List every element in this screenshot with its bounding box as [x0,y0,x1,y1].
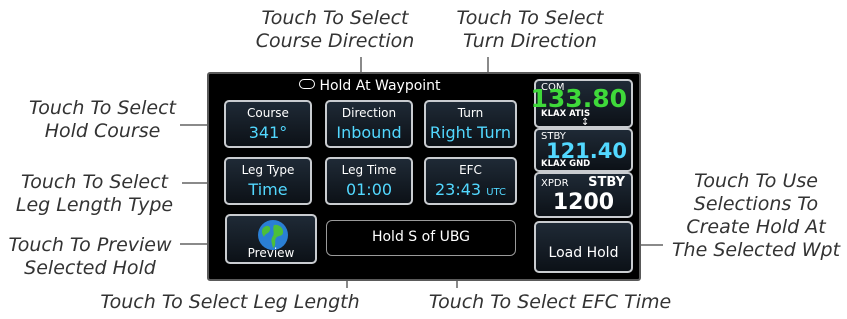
turn-button[interactable]: Turn Right Turn [424,100,517,148]
callout-preview: Touch To Preview Selected Hold [8,234,172,279]
leg-time-label: Leg Time [341,163,397,177]
leg-time-button[interactable]: Leg Time 01:00 [325,157,413,205]
xpdr-mode: STBY [588,175,625,190]
preview-label: Preview [247,246,295,260]
callout-turn-direction: Touch To Select Turn Direction [456,7,604,52]
efc-label: EFC [459,163,482,177]
xpdr-tag: XPDR [541,178,569,189]
load-hold-label: Load Hold [548,245,619,261]
load-hold-button[interactable]: Load Hold [534,221,633,273]
callout-leg-length-type: Touch To Select Leg Length Type [15,171,174,216]
turn-value: Right Turn [429,123,512,142]
callout-course-direction: Touch To Select Course Direction [255,7,415,52]
course-value: 341° [248,123,288,142]
leg-type-button[interactable]: Leg Type Time [224,157,312,205]
direction-button[interactable]: Direction Inbound [325,100,413,148]
callout-use-selections: Touch To Use Selections To Create Hold At… [671,170,841,261]
xpdr-box[interactable]: XPDR STBY 1200 [534,172,633,218]
callout-efc-time: Touch To Select EFC Time [428,291,672,313]
waypoint-display: Hold S of UBG [326,220,516,256]
com-frequency-box[interactable]: COM 133.80 KLAX ATIS ↕ [531,79,633,128]
callout-leg-length: Touch To Select Leg Length [100,291,360,313]
preview-button[interactable]: Preview [225,214,317,264]
leg-time-value: 01:00 [345,180,393,199]
direction-label: Direction [341,106,397,120]
swap-frequency-icon[interactable]: ↕ [581,117,589,128]
course-button[interactable]: Course 341° [224,100,312,148]
efc-button[interactable]: EFC 23:43 UTC [424,157,517,205]
standby-frequency-box[interactable]: STBY 121.40 KLAX GND [534,128,633,172]
turn-label: Turn [457,106,484,120]
page-title: Hold At Waypoint [212,76,528,96]
leg-type-value: Time [248,180,288,199]
standby-station-id: KLAX GND [541,159,591,169]
callout-hold-course: Touch To Select Hold Course [29,97,176,142]
efc-unit: UTC [486,187,507,198]
squawk-code: 1200 [552,190,615,215]
course-label: Course [247,106,289,120]
leg-type-label: Leg Type [241,163,295,177]
hold-pattern-icon [299,79,316,89]
direction-value: Inbound [336,123,402,142]
efc-value: 23:43 [434,180,482,199]
